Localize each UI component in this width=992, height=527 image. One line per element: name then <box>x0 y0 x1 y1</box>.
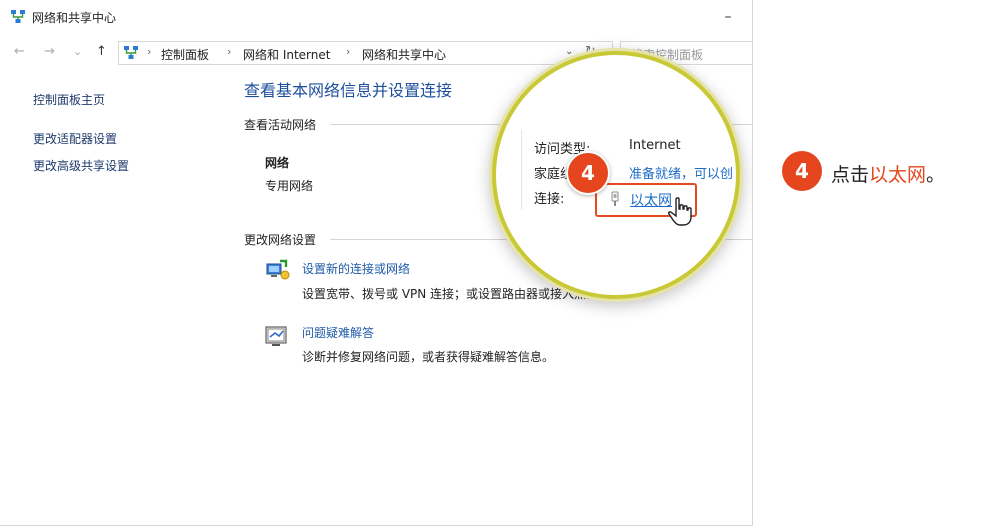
instruction-highlight: 以太网 <box>869 164 927 186</box>
active-networks-heading: 查看活动网络 <box>244 118 317 132</box>
breadcrumb-separator: › <box>227 45 232 58</box>
homegroup-value-link[interactable]: 准备就绪，可以创 <box>629 163 733 182</box>
step-badge: 4 <box>782 151 822 191</box>
instruction-prefix: 点击 <box>831 164 870 186</box>
magnifier-divider <box>521 130 522 210</box>
troubleshoot-link[interactable]: 问题疑难解答 <box>302 324 374 341</box>
breadcrumb-separator: › <box>147 45 152 58</box>
network-type: 专用网络 <box>265 179 314 193</box>
change-network-settings-heading: 更改网络设置 <box>244 233 317 247</box>
breadcrumb-control-panel[interactable]: 控制面板 <box>161 46 209 63</box>
troubleshoot-icon <box>265 326 287 346</box>
breadcrumb-separator: › <box>346 45 351 58</box>
troubleshoot-desc: 诊断并修复网络问题，或者获得疑难解答信息。 <box>302 350 555 364</box>
control-panel-icon <box>124 46 138 59</box>
breadcrumb-network-internet[interactable]: 网络和 Internet <box>243 46 330 63</box>
connection-label: 连接: <box>534 192 565 207</box>
forward-button[interactable]: → <box>44 44 55 60</box>
instruction-suffix: 。 <box>926 164 946 186</box>
access-type-value: Internet <box>629 138 681 153</box>
step-badge-magnifier: 4 <box>566 151 610 195</box>
ethernet-icon <box>611 191 619 206</box>
new-connection-icon <box>266 259 290 280</box>
window-title: 网络和共享中心 <box>32 11 117 25</box>
recent-locations-button[interactable]: ⌄ <box>73 44 82 60</box>
sidebar-item-change-adapter-settings[interactable]: 更改适配器设置 <box>33 130 117 147</box>
network-app-icon <box>11 10 25 23</box>
sidebar-item-control-panel-home[interactable]: 控制面板主页 <box>33 91 105 108</box>
title-bar: 网络和共享中心 – <box>0 0 752 34</box>
network-sharing-center-window: 网络和共享中心 – ← → ⌄ ↑ › 控制面板 › 网络和 Internet … <box>0 0 753 526</box>
sidebar-item-change-advanced-sharing[interactable]: 更改高级共享设置 <box>33 157 129 174</box>
back-button[interactable]: ← <box>14 44 25 60</box>
network-name: 网络 <box>265 156 290 170</box>
page-title: 查看基本网络信息并设置连接 <box>244 81 453 100</box>
setup-new-connection-link[interactable]: 设置新的连接或网络 <box>302 260 410 277</box>
hand-cursor-icon <box>668 197 692 226</box>
ethernet-link[interactable]: 以太网 <box>630 190 672 210</box>
instruction-text: 点击以太网。 <box>831 160 945 187</box>
up-button[interactable]: ↑ <box>96 44 107 60</box>
magnifier-callout: 访问类型: Internet 家庭组: 准备就绪，可以创 连接: 以太网 4 <box>496 55 736 295</box>
minimize-button[interactable]: – <box>716 6 740 28</box>
breadcrumb-network-sharing-center[interactable]: 网络和共享中心 <box>362 46 446 63</box>
